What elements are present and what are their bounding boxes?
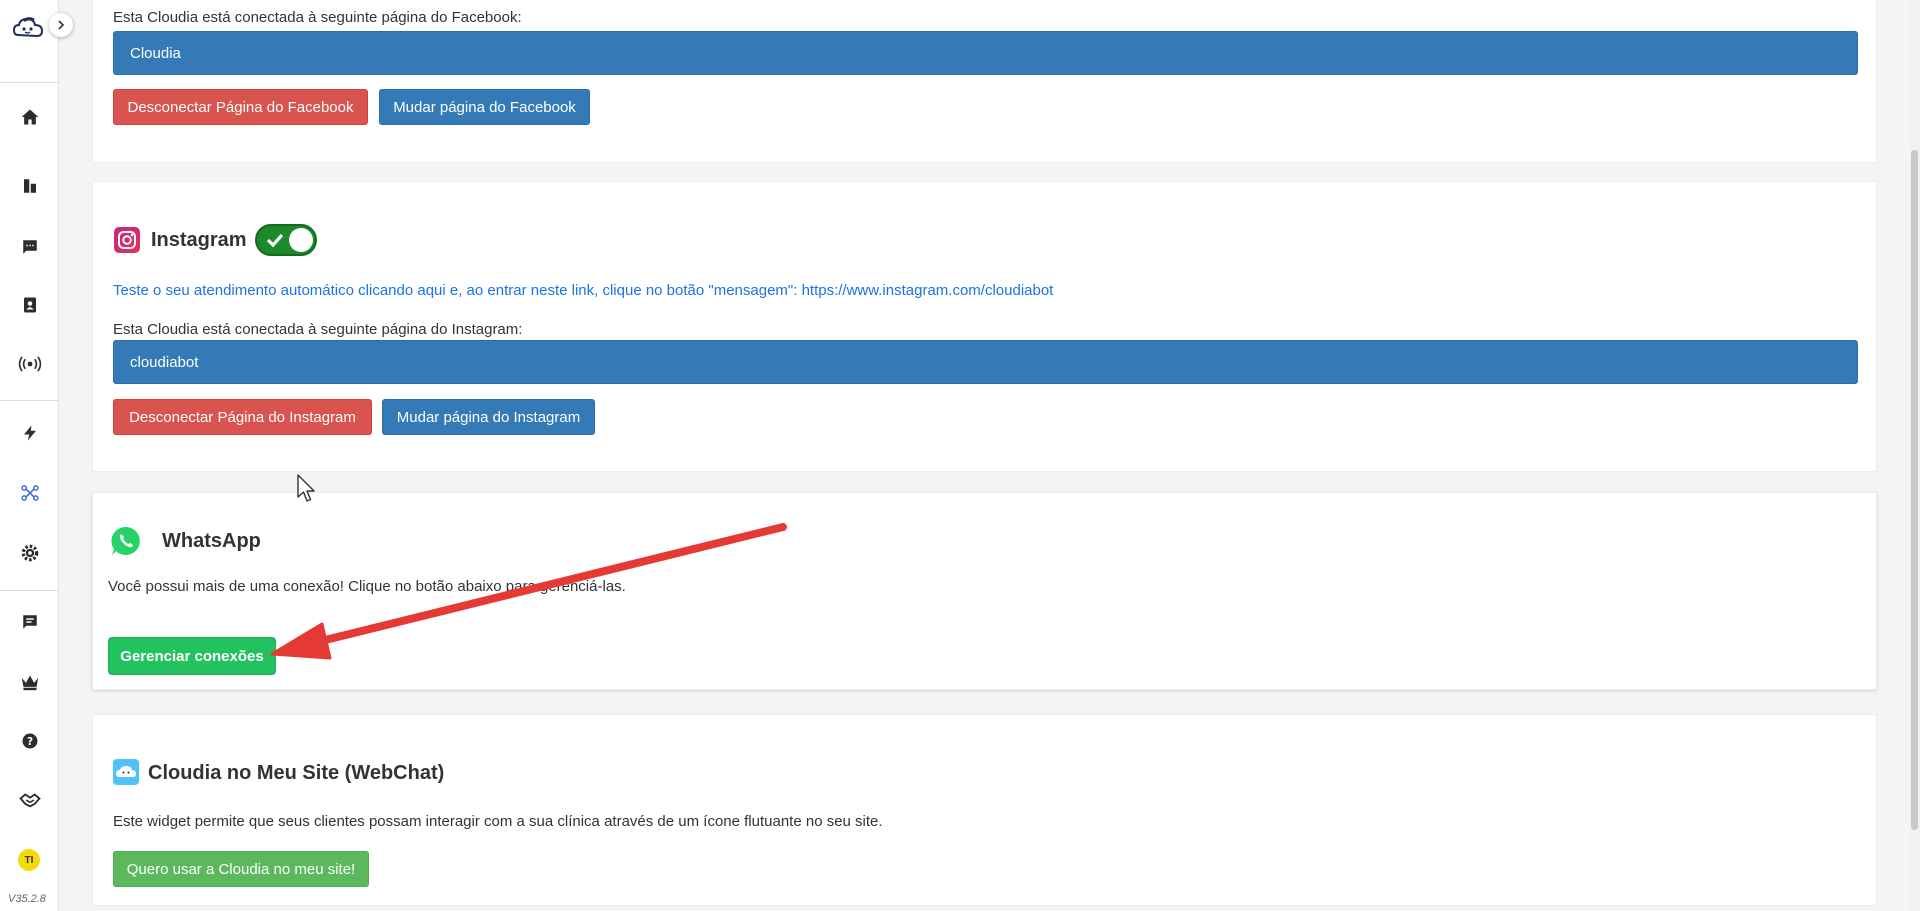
sidebar: ? TI V35.2.8 <box>0 0 73 911</box>
toggle-knob <box>289 228 313 252</box>
sidebar-item-integrations[interactable] <box>0 473 59 513</box>
instagram-test-link[interactable]: Teste o seu atendimento automático clica… <box>113 282 1053 299</box>
sidebar-item-messages[interactable] <box>0 602 59 642</box>
whatsapp-description: Você possui mais de uma conexão! Clique … <box>108 578 626 595</box>
check-icon <box>266 233 284 248</box>
webchat-description: Este widget permite que seus clientes po… <box>113 813 883 830</box>
user-avatar[interactable]: TI <box>18 849 40 871</box>
home-icon <box>21 109 38 125</box>
sidebar-item-home[interactable] <box>0 97 59 137</box>
instagram-title: Instagram <box>151 229 247 251</box>
instagram-connected-label: Esta Cloudia está conectada à seguinte p… <box>113 321 523 338</box>
help-icon: ? <box>22 733 37 749</box>
sidebar-item-partners[interactable] <box>0 780 59 820</box>
messages-icon <box>22 615 37 629</box>
app-version: V35.2.8 <box>8 893 46 905</box>
scrollbar-thumb[interactable] <box>1911 150 1918 830</box>
automation-icon <box>23 425 36 441</box>
sidebar-divider <box>0 590 59 591</box>
contacts-icon <box>23 297 36 313</box>
webchat-card: Cloudia no Meu Site (WebChat) Este widge… <box>92 714 1877 906</box>
sidebar-item-settings[interactable] <box>0 533 59 573</box>
sidebar-item-dashboard[interactable] <box>0 166 59 206</box>
sidebar-divider <box>0 400 59 401</box>
sidebar-item-contacts[interactable] <box>0 285 59 325</box>
page-scrollbar[interactable] <box>1910 0 1920 911</box>
partners-icon <box>18 793 41 808</box>
chat-icon <box>22 240 37 254</box>
sidebar-item-automation[interactable] <box>0 413 59 453</box>
whatsapp-card: WhatsApp Você possui mais de uma conexão… <box>92 492 1877 690</box>
sidebar-item-help[interactable]: ? <box>0 721 59 761</box>
instagram-page-select[interactable]: cloudiabot <box>113 340 1858 384</box>
sidebar-item-broadcast[interactable] <box>0 344 59 384</box>
change-instagram-page-button[interactable]: Mudar página do Instagram <box>382 399 595 435</box>
facebook-card: Esta Cloudia está conectada à seguinte p… <box>92 0 1877 163</box>
instagram-icon <box>114 227 140 253</box>
sidebar-item-chat[interactable] <box>0 227 59 267</box>
whatsapp-title: WhatsApp <box>162 530 261 552</box>
mouse-cursor-icon <box>297 474 315 502</box>
chevron-right-icon <box>58 20 65 30</box>
whatsapp-icon <box>110 525 142 557</box>
instagram-toggle[interactable] <box>255 224 317 256</box>
sidebar-divider <box>0 82 59 83</box>
dashboard-icon <box>23 179 36 193</box>
sidebar-item-premium[interactable] <box>0 662 59 702</box>
sidebar-expand-button[interactable] <box>49 13 73 37</box>
disconnect-instagram-button[interactable]: Desconectar Página do Instagram <box>113 399 372 435</box>
svg-text:?: ? <box>26 736 32 748</box>
webchat-title: Cloudia no Meu Site (WebChat) <box>148 762 445 784</box>
manage-connections-button[interactable]: Gerenciar conexões <box>108 637 276 675</box>
integrations-icon <box>20 485 39 501</box>
facebook-connected-label: Esta Cloudia está conectada à seguinte p… <box>113 9 522 26</box>
cloudia-logo[interactable] <box>8 8 50 50</box>
broadcast-icon <box>18 356 41 372</box>
settings-icon <box>21 544 38 562</box>
facebook-page-select[interactable]: Cloudia <box>113 31 1858 75</box>
disconnect-facebook-button[interactable]: Desconectar Página do Facebook <box>113 89 368 125</box>
use-webchat-button[interactable]: Quero usar a Cloudia no meu site! <box>113 851 369 887</box>
premium-crown-icon <box>21 675 38 691</box>
change-facebook-page-button[interactable]: Mudar página do Facebook <box>379 89 590 125</box>
instagram-card: Instagram Teste o seu atendimento automá… <box>92 181 1877 472</box>
webchat-icon <box>113 759 139 785</box>
